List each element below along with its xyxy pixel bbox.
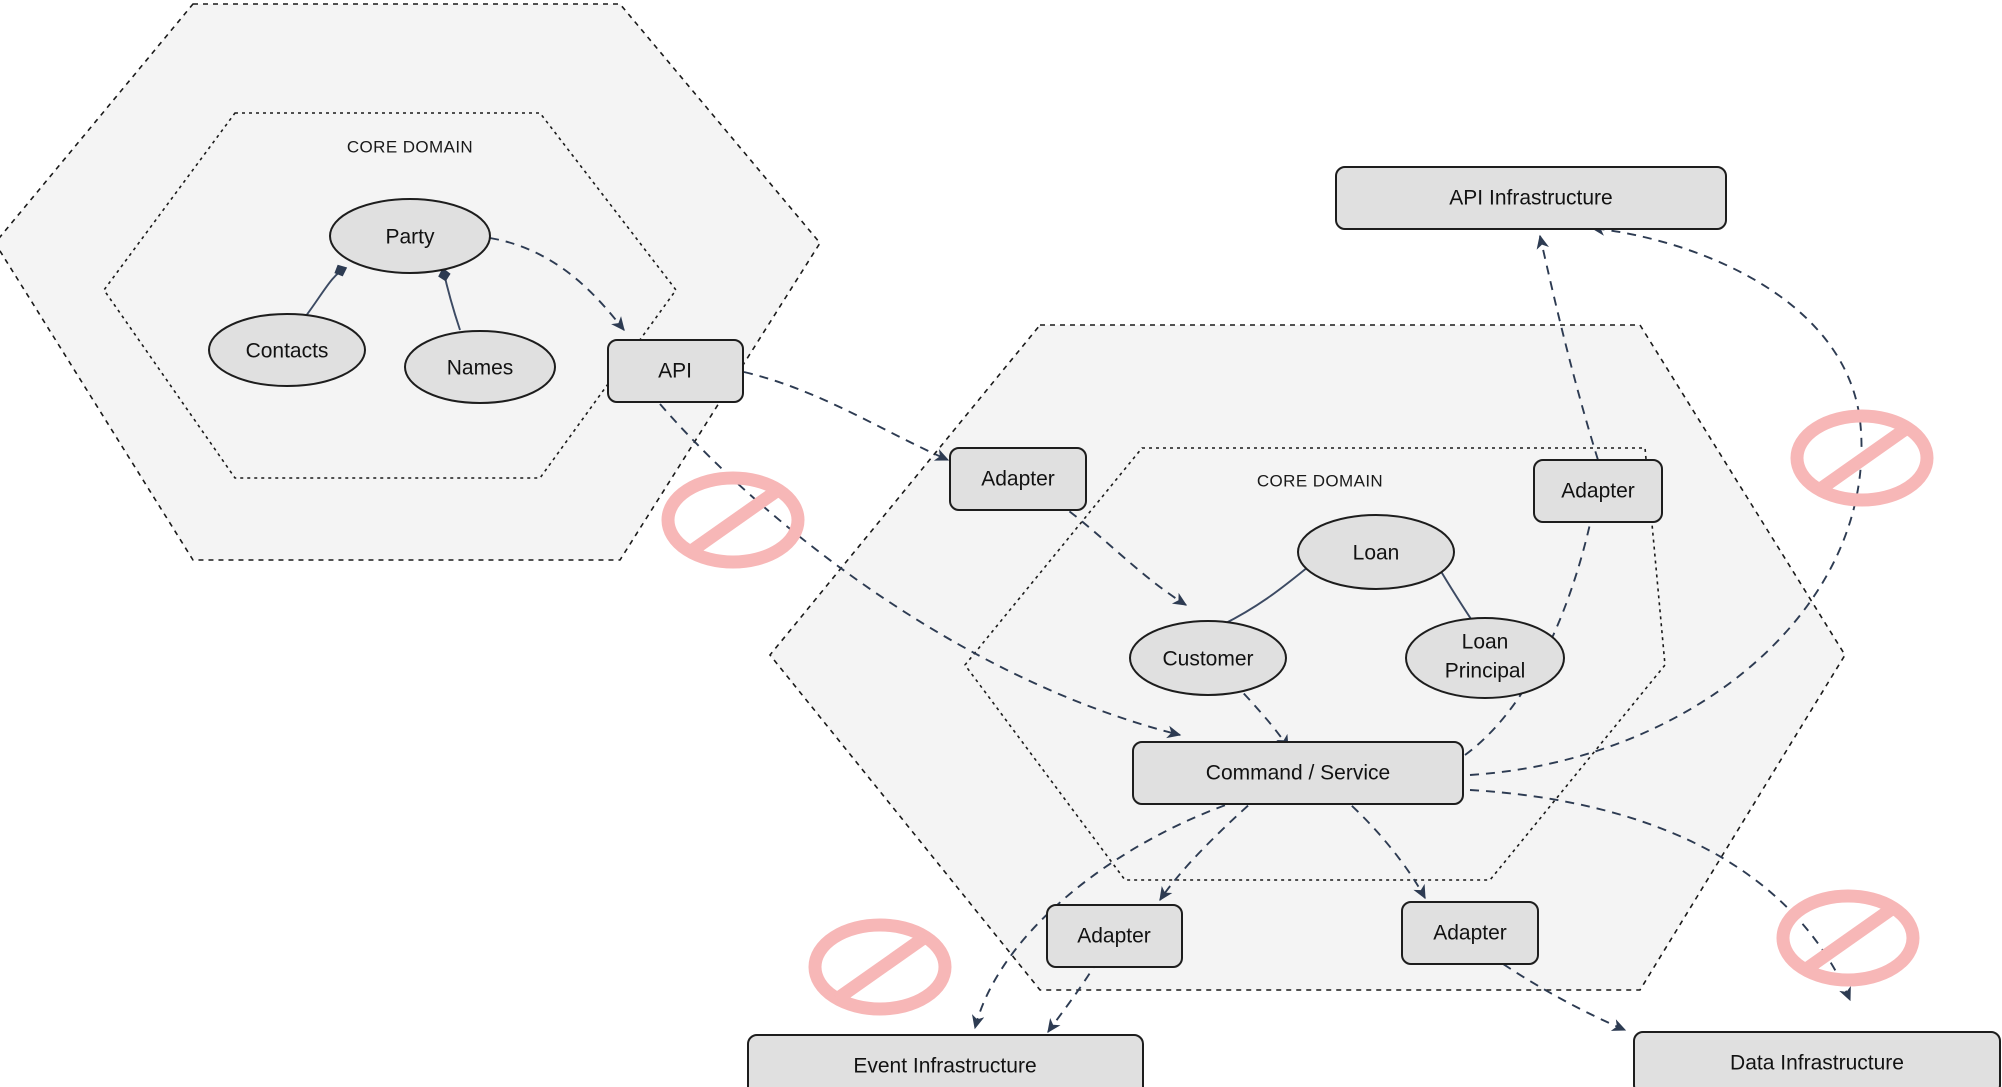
prohibition-icon-bar-1 [686,484,782,558]
adapter-event-box[interactable] [1046,904,1183,968]
diagram-canvas: CORE DOMAIN CORE DOMAIN Party Contacts N… [0,0,2002,1087]
edge-api-adapter [743,371,950,461]
adapter-data-box[interactable] [1401,901,1539,965]
node-adapter-event[interactable]: Adapter [1046,904,1183,968]
node-data-infrastructure[interactable]: Data Infrastructure [1633,1031,2001,1087]
adapter-api-in-box[interactable] [949,447,1087,511]
architecture-diagram: CORE DOMAIN CORE DOMAIN Party Contacts N… [0,3,2001,1087]
node-party[interactable]: Party [329,198,491,274]
data-infrastructure-box[interactable] [1633,1031,2001,1087]
prohibition-icon-bar-2 [1815,422,1911,496]
node-loan[interactable]: Loan [1297,514,1455,590]
node-names[interactable]: Names [404,330,556,404]
ban-event-infrastructure [808,918,952,1016]
party-context-hexagon: CORE DOMAIN [0,3,821,561]
party-api-box[interactable] [607,339,744,403]
command-service-box[interactable] [1132,741,1464,805]
node-customer[interactable]: Customer [1129,620,1287,696]
node-command-service[interactable]: Command / Service [1132,741,1464,805]
node-api-infrastructure[interactable]: API Infrastructure [1335,166,1727,230]
names-ellipse[interactable] [404,330,556,404]
customer-ellipse[interactable] [1129,620,1287,696]
adapter-api-out-box[interactable] [1533,459,1663,523]
loan-ellipse[interactable] [1297,514,1455,590]
node-adapter-api-in[interactable]: Adapter [949,447,1087,511]
event-infrastructure-box[interactable] [747,1034,1144,1087]
party-ellipse[interactable] [329,198,491,274]
node-adapter-api-out[interactable]: Adapter [1533,459,1663,523]
ban-data-infrastructure [1776,889,1920,987]
node-adapter-data[interactable]: Adapter [1401,901,1539,965]
node-loan-principal[interactable]: Loan Principal [1405,617,1565,699]
prohibition-icon-bar-4 [1801,902,1897,976]
node-contacts[interactable]: Contacts [208,313,366,387]
node-party-api[interactable]: API [607,339,744,403]
loan-principal-ellipse[interactable] [1405,617,1565,699]
loan-context-hexagon: CORE DOMAIN [768,324,1846,991]
contacts-ellipse[interactable] [208,313,366,387]
ban-api-infrastructure [1790,409,1934,507]
prohibition-icon-bar-3 [833,931,929,1005]
api-infrastructure-box[interactable] [1335,166,1727,230]
node-event-infrastructure[interactable]: Event Infrastructure [747,1034,1144,1087]
